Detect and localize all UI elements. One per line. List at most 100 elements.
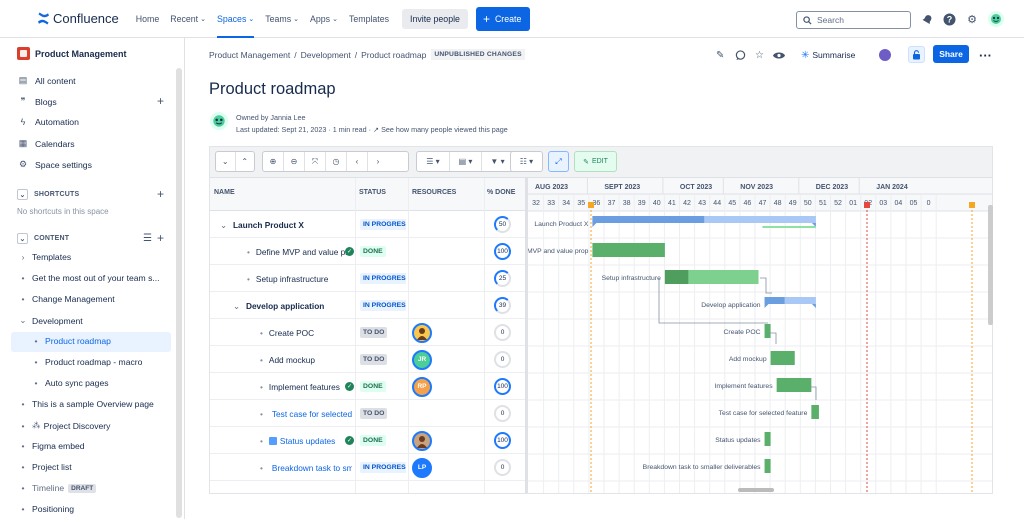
resource-cell[interactable] [412,400,482,427]
space-header[interactable]: Product Management [17,47,127,60]
more-actions-icon[interactable]: ··· [979,47,992,63]
task-name[interactable]: Breakdown task to smaller deliverables [272,463,352,473]
database-icon[interactable]: ☷ ▾ [511,152,542,171]
nav-recent[interactable]: Recent ⌄ [170,0,206,38]
prev-icon[interactable]: ‹ [347,152,368,171]
resource-cell[interactable]: JR [412,346,482,373]
fullscreen-icon[interactable]: ⤢ [549,152,568,171]
status-cell[interactable]: TO DO [360,346,406,373]
task-row[interactable]: • Test case for selected feature TO DO 0 [210,400,526,427]
task-name[interactable]: Status updates [280,436,335,446]
page-tree-item[interactable]: • Positioning [17,504,74,514]
summarise-button[interactable]: ✳ Summarise [801,47,855,63]
today-icon[interactable]: ◷ [326,152,347,171]
status-cell[interactable]: IN PROGRESS [360,211,406,238]
zoom-out-icon[interactable]: ⊖ [284,152,305,171]
breadcrumb-item[interactable]: Development [301,50,351,60]
task-name[interactable]: Test case for selected feature [272,409,352,419]
nav-teams[interactable]: Teams ⌄ [265,0,299,38]
columns-icon[interactable]: ▤ ▾ [450,152,482,171]
sidebar-item-automation[interactable]: ϟ Automation [17,117,79,127]
sidebar-item-calendars[interactable]: ▦ Calendars [17,138,75,149]
owner-avatar[interactable] [210,112,228,130]
resource-avatar[interactable]: RP [412,376,432,397]
add-shortcut-icon[interactable]: + [157,187,164,201]
status-cell[interactable]: IN PROGRESS [360,265,406,292]
share-button[interactable]: Share [933,45,969,63]
expand-all-icon[interactable]: ⌃ [236,152,255,171]
status-cell[interactable]: TO DO [360,400,406,427]
page-tree-item[interactable]: • Figma embed [17,441,84,451]
list-view-icon[interactable]: ☰ ▾ [417,152,450,171]
page-tree-item[interactable]: • Timeline DRAFT [17,483,97,493]
task-row[interactable]: • Add mockup TO DO JR 0 [210,346,526,373]
sidebar-item-all-content[interactable]: ▤ All content [17,75,76,86]
nav-templates[interactable]: Templates [349,0,389,38]
sidebar-scrollbar[interactable] [176,68,182,518]
edit-pencil-icon[interactable]: ✎ [716,47,724,63]
breadcrumb-item[interactable]: Product roadmap [361,50,426,60]
fit-icon[interactable]: ⤧ [305,152,326,171]
resource-cell[interactable] [412,292,482,319]
task-row[interactable]: • Breakdown task to smaller deliverables I… [210,454,526,481]
comment-icon[interactable] [735,47,746,63]
task-row[interactable]: • Define MVP and value prop ✓ DONE 100 [210,238,526,265]
nav-spaces[interactable]: Spaces ⌄ [217,0,255,38]
sidebar-item-blogs[interactable]: ❞ Blogs [17,96,57,107]
settings-gear-icon[interactable]: ⚙ [965,12,979,26]
page-tree-item[interactable]: • Change Management [17,294,114,304]
chevron-down-icon[interactable]: ⌄ [233,301,240,311]
resource-cell[interactable]: LP [412,454,482,481]
nav-home[interactable]: Home [136,0,159,38]
create-button[interactable]: + Create [475,6,531,31]
add-content-icon[interactable]: + [157,231,164,245]
task-row[interactable]: • Status updates ✓ DONE 100 [210,427,526,454]
page-tree-item[interactable]: • Project list [17,462,71,472]
sidebar-item-space-settings[interactable]: ⚙ Space settings [17,159,92,170]
resource-cell[interactable] [412,211,482,238]
status-cell[interactable]: DONE [360,427,406,454]
filter-icon[interactable]: ▼ ▾ [482,152,513,171]
status-cell[interactable]: IN PROGRESS [360,292,406,319]
page-tree-item[interactable]: • ⁂ Project Discovery [17,420,110,431]
resource-avatar[interactable]: JR [412,349,432,370]
task-row[interactable]: • Implement features ✓ DONE RP 100 [210,373,526,400]
collapse-all-icon[interactable]: ⌄ [216,152,236,171]
resource-avatar[interactable] [412,430,432,451]
restrictions-lock-icon[interactable] [908,46,925,63]
page-tree-item[interactable]: • Get the most out of your team s... [17,273,159,283]
task-row[interactable]: ⌄ Launch Product X IN PROGRESS 50 [210,211,526,238]
status-cell[interactable]: DONE [360,373,406,400]
resource-cell[interactable] [412,238,482,265]
chevron-down-icon[interactable]: ⌄ [220,220,227,230]
confluence-logo[interactable]: Confluence [37,11,119,26]
status-cell[interactable]: IN PROGRESS [360,454,406,481]
page-tree-item[interactable]: › Templates [17,252,72,262]
gantt-vertical-scrollbar[interactable] [988,205,993,325]
col-header-resources[interactable]: RESOURCES [412,189,456,196]
resource-avatar[interactable] [412,322,432,343]
search-input[interactable]: Search [796,11,911,29]
nav-apps[interactable]: Apps ⌄ [310,0,338,38]
col-header-status[interactable]: STATUS [359,189,386,196]
gantt-horizontal-scrollbar[interactable] [738,488,774,492]
status-cell[interactable]: TO DO [360,319,406,346]
breadcrumb-item[interactable]: Product Management [209,50,290,60]
apps-avatar-icon[interactable] [879,47,891,63]
col-header-name[interactable]: NAME [214,189,235,196]
filter-icon[interactable]: ☰ [143,233,152,244]
page-tree-item[interactable]: • Auto sync pages [30,378,108,388]
user-avatar[interactable] [988,11,1004,27]
page-tree-item[interactable]: • Product roadmap - macro [30,357,142,367]
resource-cell[interactable] [412,427,482,454]
page-tree-item[interactable]: ⌄ Development [17,315,82,326]
resource-cell[interactable]: RP [412,373,482,400]
content-section[interactable]: ⌄ CONTENT [17,233,69,244]
resource-avatar[interactable]: LP [412,457,432,478]
watch-eye-icon[interactable] [773,47,785,63]
page-tree-item[interactable]: • Product roadmap [30,336,110,346]
page-tree-item[interactable]: • This is a sample Overview page [17,399,153,409]
task-row[interactable]: • Create POC TO DO 0 [210,319,526,346]
resource-cell[interactable] [412,319,482,346]
zoom-in-icon[interactable]: ⊕ [263,152,284,171]
